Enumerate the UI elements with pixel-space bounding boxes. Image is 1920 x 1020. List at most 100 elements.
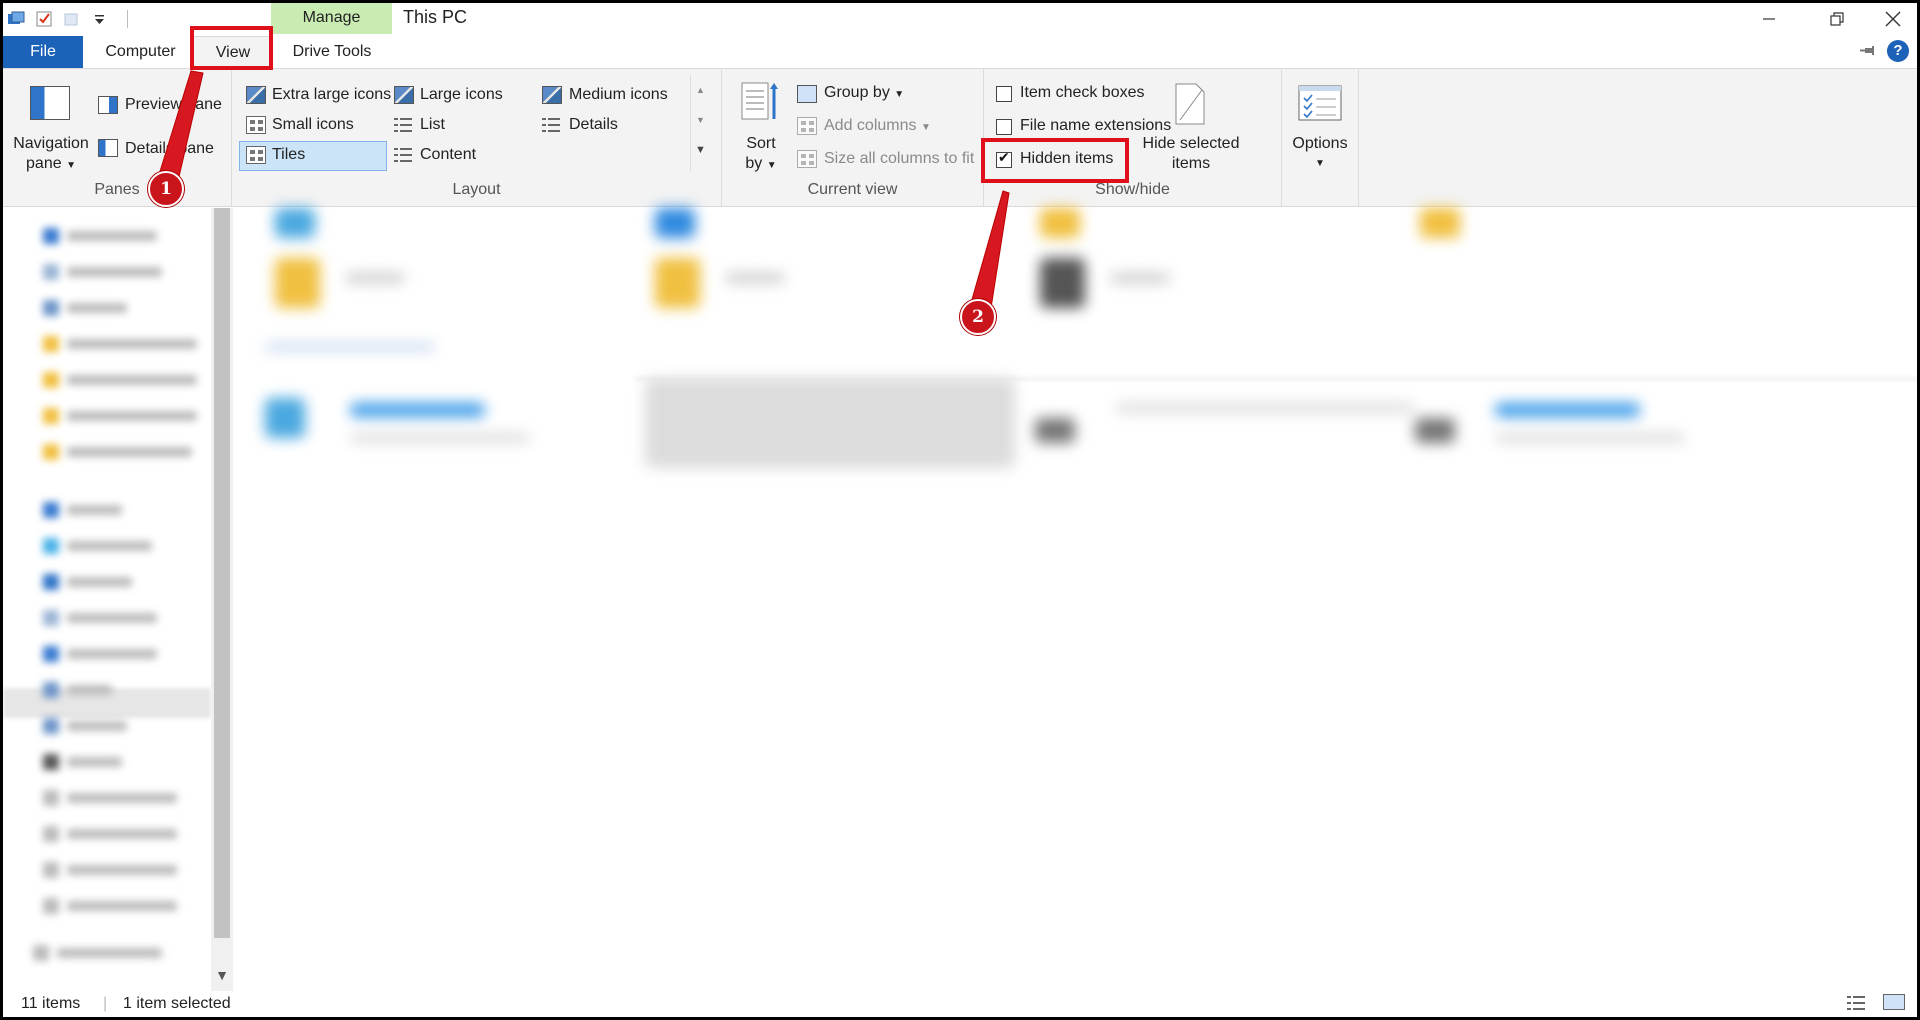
scroll-down-icon[interactable]: ▼ bbox=[211, 967, 233, 983]
minimize-button[interactable] bbox=[1737, 3, 1801, 34]
sort-by-button[interactable]: Sort by ▼ bbox=[732, 134, 790, 176]
large-icons-icon bbox=[394, 86, 414, 104]
nav-item[interactable] bbox=[43, 404, 197, 428]
nav-item[interactable] bbox=[43, 440, 192, 464]
nav-item[interactable] bbox=[43, 606, 157, 630]
ribbon-tabs: File Computer View Drive Tools ? bbox=[3, 34, 1917, 70]
hide-selected-label: Hide selected bbox=[1142, 135, 1240, 152]
file-name-extensions-checkbox[interactable] bbox=[996, 119, 1012, 135]
file-list-area[interactable] bbox=[235, 208, 1917, 991]
scrollbar-thumb[interactable] bbox=[214, 208, 230, 938]
folder-tile-label bbox=[725, 273, 785, 283]
drive-tile[interactable] bbox=[1415, 418, 1455, 443]
tiles-option[interactable]: Tiles bbox=[272, 146, 305, 164]
nav-item[interactable] bbox=[43, 858, 177, 882]
title-bar: Manage This PC bbox=[3, 3, 1917, 34]
large-icons-view-icon[interactable] bbox=[1883, 994, 1905, 1010]
nav-item[interactable] bbox=[43, 296, 127, 320]
list-icon bbox=[394, 116, 414, 134]
close-button[interactable] bbox=[1861, 3, 1917, 34]
file-explorer-window: Manage This PC File Computer View Drive … bbox=[3, 3, 1917, 1017]
nav-item[interactable] bbox=[43, 822, 177, 846]
medium-icons-icon bbox=[542, 86, 562, 104]
folder-tile[interactable] bbox=[1040, 258, 1085, 308]
list-option[interactable]: List bbox=[420, 116, 445, 134]
drive-tile[interactable] bbox=[265, 398, 305, 438]
nav-item[interactable] bbox=[43, 786, 177, 810]
nav-item[interactable] bbox=[43, 894, 177, 918]
extra-large-icons-icon bbox=[246, 86, 266, 104]
nav-item[interactable] bbox=[43, 260, 162, 284]
options-group: Options ▼ bbox=[1282, 69, 1359, 207]
drive-tile-label bbox=[1115, 403, 1415, 413]
folder-tile[interactable] bbox=[655, 258, 700, 308]
preview-pane-button[interactable]: Preview pane bbox=[125, 96, 222, 114]
scroll-down-icon[interactable]: ▼ bbox=[691, 105, 710, 135]
layout-group-label: Layout bbox=[452, 181, 501, 198]
pin-ribbon-icon[interactable] bbox=[1859, 42, 1877, 60]
nav-item[interactable] bbox=[43, 534, 152, 558]
small-icons-icon bbox=[246, 116, 266, 134]
nav-item[interactable] bbox=[43, 678, 112, 702]
nav-item[interactable] bbox=[43, 368, 197, 392]
window-title: This PC bbox=[403, 7, 468, 27]
nav-item[interactable] bbox=[43, 642, 157, 666]
nav-item[interactable] bbox=[43, 224, 157, 248]
gallery-expand-icon[interactable]: ▼ bbox=[691, 135, 710, 165]
folder-tile[interactable] bbox=[1420, 208, 1460, 238]
details-option[interactable]: Details bbox=[569, 116, 618, 134]
folder-icon[interactable] bbox=[7, 10, 25, 28]
help-icon[interactable]: ? bbox=[1887, 40, 1909, 62]
nav-item[interactable] bbox=[43, 750, 122, 774]
nav-item[interactable] bbox=[33, 941, 162, 965]
hide-selected-items-button[interactable]: Hide selected items bbox=[1134, 134, 1248, 174]
drive-tile[interactable] bbox=[1035, 418, 1075, 443]
layout-gallery-scroll[interactable]: ▲ ▼ ▼ bbox=[690, 75, 710, 171]
large-icons-option[interactable]: Large icons bbox=[420, 86, 503, 104]
options-icon bbox=[1298, 85, 1342, 121]
restore-button[interactable] bbox=[1805, 3, 1869, 34]
qat-separator bbox=[127, 10, 128, 28]
nav-item[interactable] bbox=[43, 570, 132, 594]
folder-tile-label bbox=[1110, 273, 1170, 283]
nav-item[interactable] bbox=[43, 332, 197, 356]
item-check-boxes-label[interactable]: Item check boxes bbox=[1020, 84, 1145, 102]
step2-badge: 2 bbox=[960, 299, 996, 335]
tab-drive-tools[interactable]: Drive Tools bbox=[273, 36, 391, 68]
manage-contextual-tab[interactable]: Manage bbox=[271, 3, 392, 34]
panes-group: Navigation pane ▼ Preview pane Details p… bbox=[3, 69, 232, 207]
scroll-up-icon[interactable]: ▲ bbox=[691, 75, 710, 105]
navigation-pane-button[interactable]: Navigation pane ▼ bbox=[9, 134, 93, 176]
file-name-extensions-label[interactable]: File name extensions bbox=[1020, 117, 1171, 135]
ribbon-view: Navigation pane ▼ Preview pane Details p… bbox=[3, 69, 1917, 207]
folder-tile[interactable] bbox=[1040, 208, 1080, 238]
group-by-icon bbox=[797, 85, 817, 103]
navigation-scrollbar[interactable]: ▼ bbox=[211, 208, 233, 991]
folder-tile[interactable] bbox=[655, 208, 695, 238]
folder-tile[interactable] bbox=[275, 258, 320, 308]
navigation-pane[interactable] bbox=[3, 208, 235, 991]
drive-tile-selected[interactable] bbox=[645, 378, 1015, 468]
hidden-items-highlight bbox=[981, 138, 1129, 183]
medium-icons-option[interactable]: Medium icons bbox=[569, 86, 668, 104]
content-option[interactable]: Content bbox=[420, 146, 476, 164]
options-button[interactable]: Options ▼ bbox=[1284, 134, 1356, 174]
size-all-columns-icon bbox=[797, 150, 817, 168]
properties-icon[interactable] bbox=[35, 10, 53, 28]
size-all-columns-button[interactable]: Size all columns to fit bbox=[824, 150, 974, 168]
add-columns-button[interactable]: Add columns ▼ bbox=[824, 117, 931, 135]
details-pane-button[interactable]: Details pane bbox=[125, 140, 214, 158]
new-folder-icon[interactable] bbox=[63, 10, 81, 28]
nav-item[interactable] bbox=[43, 498, 122, 522]
tab-file[interactable]: File bbox=[3, 36, 83, 68]
item-check-boxes-checkbox[interactable] bbox=[996, 86, 1012, 102]
details-view-icon[interactable] bbox=[1847, 994, 1865, 1010]
group-by-button[interactable]: Group by ▼ bbox=[824, 84, 904, 102]
nav-item[interactable] bbox=[43, 714, 127, 738]
tab-computer[interactable]: Computer bbox=[88, 36, 193, 68]
chevron-down-icon: ▼ bbox=[920, 122, 931, 133]
extra-large-icons-option[interactable]: Extra large icons bbox=[272, 86, 391, 104]
customize-qat-icon[interactable] bbox=[91, 10, 109, 28]
folder-tile[interactable] bbox=[275, 208, 315, 238]
small-icons-option[interactable]: Small icons bbox=[272, 116, 354, 134]
